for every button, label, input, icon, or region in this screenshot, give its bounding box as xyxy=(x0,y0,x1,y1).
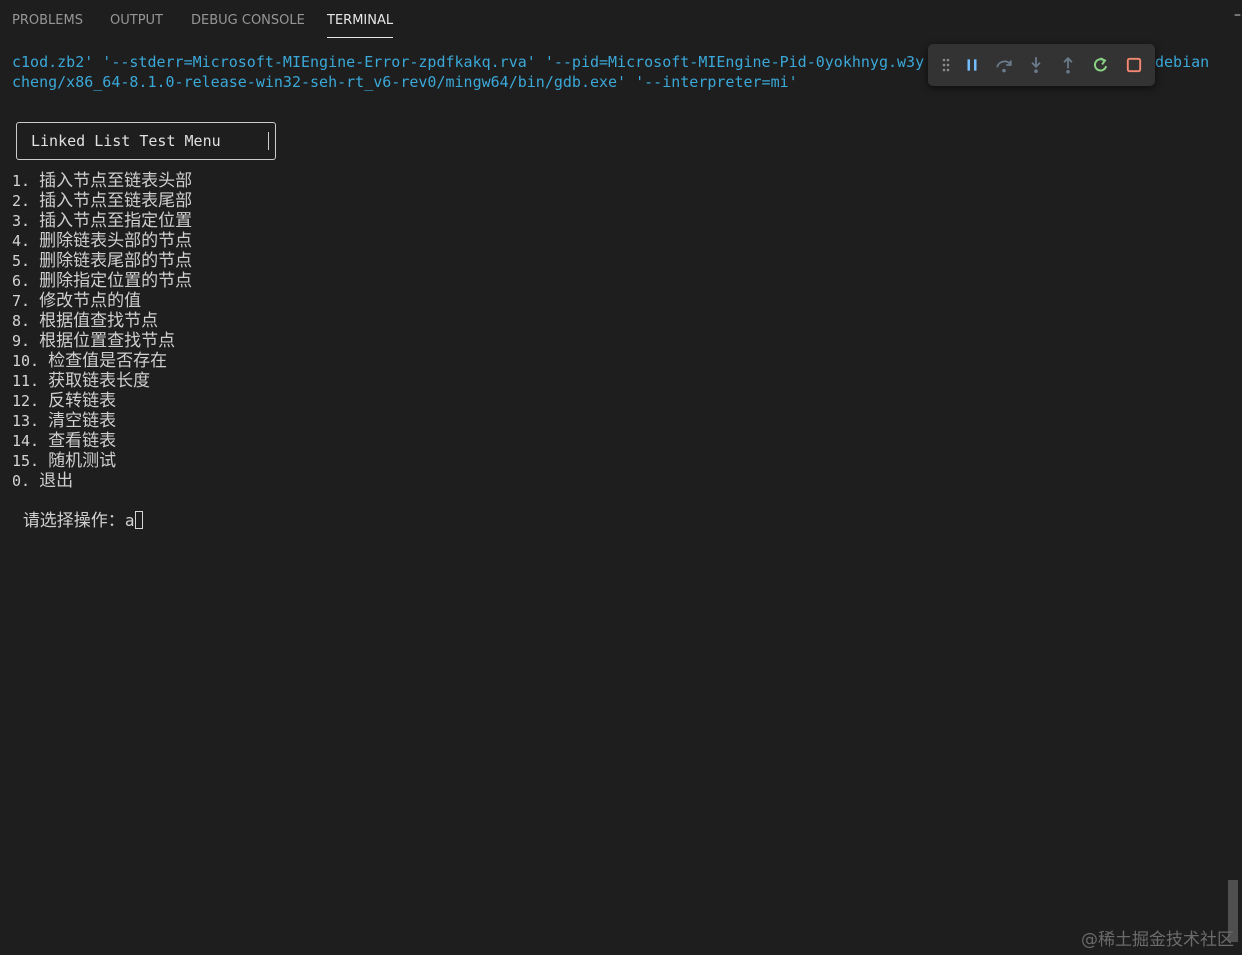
menu-item-label: 检查值是否存在 xyxy=(48,351,168,371)
menu-title: Linked List Test Menu xyxy=(31,132,221,150)
tab-terminal[interactable]: TERMINAL xyxy=(327,13,394,38)
tab-problems[interactable]: PROBLEMS xyxy=(12,13,83,37)
menu-item-number: 7. xyxy=(12,292,40,310)
menu-item-number: 1. xyxy=(12,172,40,190)
menu-item-label: 根据值查找节点 xyxy=(39,311,159,331)
menu-item-label: 修改节点的值 xyxy=(39,291,142,311)
panel-tab-bar: PROBLEMS OUTPUT DEBUG CONSOLE TERMINAL – xyxy=(0,0,1242,44)
menu-item-label: 退出 xyxy=(39,471,74,491)
list-item: 9. 根据位置查找节点 xyxy=(12,331,192,351)
restart-icon[interactable] xyxy=(1091,55,1111,75)
menu-item-label: 根据位置查找节点 xyxy=(39,331,176,351)
menu-item-number: 2. xyxy=(12,192,40,210)
menu-item-label: 查看链表 xyxy=(48,431,117,451)
gripper-icon[interactable] xyxy=(938,55,954,75)
list-item: 3. 插入节点至指定位置 xyxy=(12,211,192,231)
step-over-icon[interactable] xyxy=(994,55,1014,75)
terminal-input[interactable]: a xyxy=(125,511,135,530)
tab-output[interactable]: OUTPUT xyxy=(110,13,163,37)
menu-item-number: 14. xyxy=(12,432,49,450)
tab-debug-console[interactable]: DEBUG CONSOLE xyxy=(191,13,305,37)
menu-item-label: 反转链表 xyxy=(48,391,117,411)
terminal-command-line-1-tail: debian xyxy=(1155,53,1210,71)
list-item: 14. 查看链表 xyxy=(12,431,192,451)
menu-item-label: 清空链表 xyxy=(48,411,117,431)
stop-icon[interactable] xyxy=(1124,55,1144,75)
list-item: 0. 退出 xyxy=(12,471,192,491)
step-out-icon[interactable] xyxy=(1058,55,1078,75)
debug-toolbar xyxy=(928,44,1155,86)
menu-item-number: 6. xyxy=(12,272,40,290)
menu-item-number: 0. xyxy=(12,472,40,490)
menu-item-number: 5. xyxy=(12,252,40,270)
menu-item-number: 8. xyxy=(12,312,40,330)
prompt-label: 请选择操作： xyxy=(22,511,125,531)
menu-item-label: 插入节点至指定位置 xyxy=(39,211,193,231)
menu-item-number: 12. xyxy=(12,392,49,410)
menu-item-number: 15. xyxy=(12,452,49,470)
list-item: 10. 检查值是否存在 xyxy=(12,351,192,371)
menu-item-number: 11. xyxy=(12,372,49,390)
list-item: 4. 删除链表头部的节点 xyxy=(12,231,192,251)
step-into-icon[interactable] xyxy=(1026,55,1046,75)
command-text: c1od.zb2' '--stderr=Microsoft-MIEngine-E… xyxy=(12,53,934,71)
watermark: @稀土掘金技术社区 xyxy=(1081,930,1234,950)
menu-item-label: 获取链表长度 xyxy=(48,371,151,391)
list-item: 6. 删除指定位置的节点 xyxy=(12,271,192,291)
menu-title-divider xyxy=(268,132,269,150)
menu-item-number: 13. xyxy=(12,412,49,430)
panel-action-icon[interactable]: – xyxy=(1234,8,1242,22)
terminal-cursor xyxy=(135,511,144,529)
menu-item-label: 删除链表头部的节点 xyxy=(39,231,193,251)
menu-item-number: 9. xyxy=(12,332,40,350)
menu-item-label: 插入节点至链表尾部 xyxy=(39,191,193,211)
menu-item-number: 10. xyxy=(12,352,49,370)
list-item: 12. 反转链表 xyxy=(12,391,192,411)
list-item: 7. 修改节点的值 xyxy=(12,291,192,311)
terminal-prompt[interactable]: 请选择操作：a xyxy=(12,491,144,531)
list-item: 1. 插入节点至链表头部 xyxy=(12,171,192,191)
list-item: 15. 随机测试 xyxy=(12,451,192,471)
menu-item-label: 插入节点至链表头部 xyxy=(39,171,193,191)
list-item: 13. 清空链表 xyxy=(12,411,192,431)
pause-icon[interactable] xyxy=(962,55,982,75)
menu-item-label: 删除链表尾部的节点 xyxy=(39,251,193,271)
menu-item-number: 4. xyxy=(12,232,40,250)
list-item: 2. 插入节点至链表尾部 xyxy=(12,191,192,211)
menu-title-box: Linked List Test Menu xyxy=(16,122,276,160)
list-item: 8. 根据值查找节点 xyxy=(12,311,192,331)
menu-item-number: 3. xyxy=(12,212,40,230)
menu-list: 1. 插入节点至链表头部 2. 插入节点至链表尾部 3. 插入节点至指定位置 4… xyxy=(12,171,192,491)
menu-item-label: 随机测试 xyxy=(48,451,117,471)
list-item: 5. 删除链表尾部的节点 xyxy=(12,251,192,271)
list-item: 11. 获取链表长度 xyxy=(12,371,192,391)
menu-item-label: 删除指定位置的节点 xyxy=(39,271,193,291)
